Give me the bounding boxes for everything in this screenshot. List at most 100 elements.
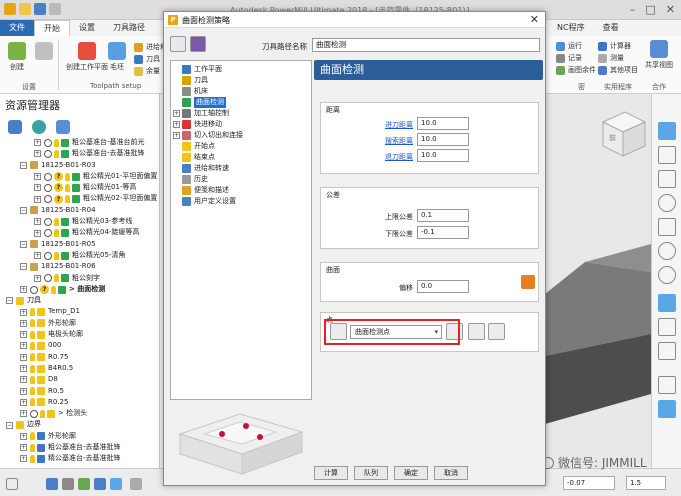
status-field-2[interactable]: 1.5: [626, 476, 666, 490]
tab-home[interactable]: 开始: [34, 20, 70, 36]
expand-toggle-icon[interactable]: −: [20, 263, 27, 271]
explorer-tree-row[interactable]: − 18125-B01-R04: [0, 205, 159, 216]
explorer-tree-row[interactable]: + R0.75: [0, 352, 159, 363]
expand-toggle-icon[interactable]: −: [20, 240, 27, 248]
strategy-tree-item[interactable]: 曲面检测: [171, 97, 311, 108]
explorer-tree-row[interactable]: + B4R0.5: [0, 363, 159, 374]
calculator-button[interactable]: 计算器: [598, 41, 631, 51]
explorer-tree-row[interactable]: + 粗公基准台-去基准批锋: [0, 442, 159, 453]
expand-toggle-icon[interactable]: +: [20, 398, 27, 406]
expand-toggle-icon[interactable]: +: [173, 121, 180, 128]
status-field-1[interactable]: -0.07: [563, 476, 615, 490]
expand-toggle-icon[interactable]: +: [20, 410, 27, 418]
explorer-tree-row[interactable]: + D8: [0, 374, 159, 385]
paint-button[interactable]: 画图余件: [556, 65, 596, 75]
expand-toggle-icon[interactable]: +: [20, 387, 27, 395]
explorer-tree-row[interactable]: − 18125-B01-R05: [0, 239, 159, 250]
strategy-tree-item[interactable]: 结束点: [171, 152, 311, 163]
ok-button[interactable]: 确定: [394, 466, 428, 480]
expand-toggle-icon[interactable]: −: [20, 161, 27, 169]
lightbulb-icon[interactable]: [30, 443, 35, 452]
explorer-tree-row[interactable]: − 边界: [0, 419, 159, 430]
lightbulb-icon[interactable]: [54, 229, 59, 238]
expand-toggle-icon[interactable]: +: [20, 353, 27, 361]
cube-view-icon[interactable]: [658, 170, 676, 188]
select-cursor-icon[interactable]: [658, 376, 676, 394]
create-workplane-button[interactable]: 创建工作平面: [66, 42, 108, 72]
3d-viewport[interactable]: 前: [545, 94, 651, 468]
lightbulb-icon[interactable]: [30, 308, 35, 317]
expand-toggle-icon[interactable]: +: [20, 432, 27, 440]
explorer-tree-row[interactable]: + 粗公基准台-基准台前光: [0, 137, 159, 148]
expand-toggle-icon[interactable]: +: [34, 274, 41, 282]
strategy-tree-item[interactable]: 开始点: [171, 141, 311, 152]
lightbulb-icon[interactable]: [30, 375, 35, 384]
explorer-tree-row[interactable]: + R0.5: [0, 386, 159, 397]
expand-toggle-icon[interactable]: −: [20, 206, 27, 214]
stock-button[interactable]: 余量: [134, 66, 160, 76]
explorer-tree-row[interactable]: − 18125-B01-R03: [0, 160, 159, 171]
expand-toggle-icon[interactable]: +: [34, 184, 41, 192]
retract-distance-label[interactable]: 退刀距离: [371, 152, 413, 162]
tab-nc[interactable]: NC程序: [548, 20, 594, 36]
lightbulb-icon[interactable]: [30, 454, 35, 463]
book-icon[interactable]: [190, 36, 206, 52]
tab-view[interactable]: 查看: [594, 20, 628, 36]
expand-toggle-icon[interactable]: +: [34, 229, 41, 237]
lightbulb-icon[interactable]: [65, 172, 70, 181]
lightbulb-icon[interactable]: [30, 330, 35, 339]
upper-tolerance-input[interactable]: 0.1: [417, 209, 469, 222]
lightbulb-icon[interactable]: [54, 217, 59, 226]
trash-icon[interactable]: [56, 120, 70, 134]
strategy-tree-item[interactable]: 历史: [171, 174, 311, 185]
expand-toggle-icon[interactable]: +: [20, 376, 27, 384]
explorer-tree-row[interactable]: + 精公基准台-去基准批锋: [0, 453, 159, 464]
explorer-tree-row[interactable]: − 刀具: [0, 295, 159, 306]
explorer-tree-row[interactable]: + > 检测头: [0, 408, 159, 419]
queue-button[interactable]: 队列: [354, 466, 388, 480]
strategy-icon[interactable]: [170, 36, 186, 52]
expand-toggle-icon[interactable]: +: [34, 252, 41, 260]
expand-toggle-icon[interactable]: −: [6, 297, 13, 305]
strategy-tree-item[interactable]: + 快进移动: [171, 119, 311, 130]
lightbulb-icon[interactable]: [30, 353, 35, 362]
tab-file[interactable]: 文件: [0, 20, 34, 36]
undo-icon[interactable]: [49, 3, 61, 15]
tab-toolpath[interactable]: 刀具路径: [104, 20, 154, 36]
expand-toggle-icon[interactable]: +: [20, 308, 27, 316]
strategy-tree-item[interactable]: 进给和转速: [171, 163, 311, 174]
view-sync-icon[interactable]: [658, 218, 676, 236]
calculate-button[interactable]: 计算: [314, 466, 348, 480]
delete-button[interactable]: [35, 42, 53, 62]
tool-button[interactable]: 刀具: [134, 54, 160, 64]
expand-toggle-icon[interactable]: +: [20, 444, 27, 452]
explorer-tree-row[interactable]: + 粗公基准台-去基准批锋: [0, 148, 159, 159]
strategy-tree-item[interactable]: 刀具: [171, 75, 311, 86]
explorer-tree-row[interactable]: +? 粗公精光01-等高: [0, 182, 159, 193]
lightbulb-icon[interactable]: [54, 251, 59, 260]
approach-distance-input[interactable]: 10.0: [417, 117, 469, 130]
explorer-tree-row[interactable]: + 粗公精光05-清角: [0, 250, 159, 261]
explorer-tree-row[interactable]: +? 粗公精光01-平坦面偏置: [0, 171, 159, 182]
lightbulb-icon[interactable]: [51, 285, 56, 294]
shaded-view-icon[interactable]: [658, 294, 676, 312]
status-snap-icon[interactable]: [78, 478, 90, 490]
explorer-tree-row[interactable]: +? > 曲面检测: [0, 284, 159, 295]
create-button[interactable]: 创建: [8, 42, 26, 72]
add-points-icon[interactable]: [488, 323, 505, 340]
status-cursor-icon[interactable]: [46, 478, 58, 490]
expand-toggle-icon[interactable]: +: [20, 319, 27, 327]
approach-distance-label[interactable]: 进刀距离: [371, 120, 413, 130]
strategy-tree-item[interactable]: 工作平面: [171, 64, 311, 75]
expand-toggle-icon[interactable]: +: [34, 150, 41, 158]
lightbulb-icon[interactable]: [30, 319, 35, 328]
save-icon[interactable]: [34, 3, 46, 15]
globe-icon[interactable]: [32, 120, 46, 134]
explorer-tree-row[interactable]: + 电极头轮廓: [0, 329, 159, 340]
expand-toggle-icon[interactable]: +: [20, 365, 27, 373]
app-logo-icon[interactable]: [4, 3, 16, 15]
status-workplane-icon[interactable]: [94, 478, 106, 490]
probe-points-icon[interactable]: [468, 323, 485, 340]
other-button[interactable]: 其他项目: [598, 65, 638, 75]
search-distance-label[interactable]: 搜索距离: [371, 136, 413, 146]
